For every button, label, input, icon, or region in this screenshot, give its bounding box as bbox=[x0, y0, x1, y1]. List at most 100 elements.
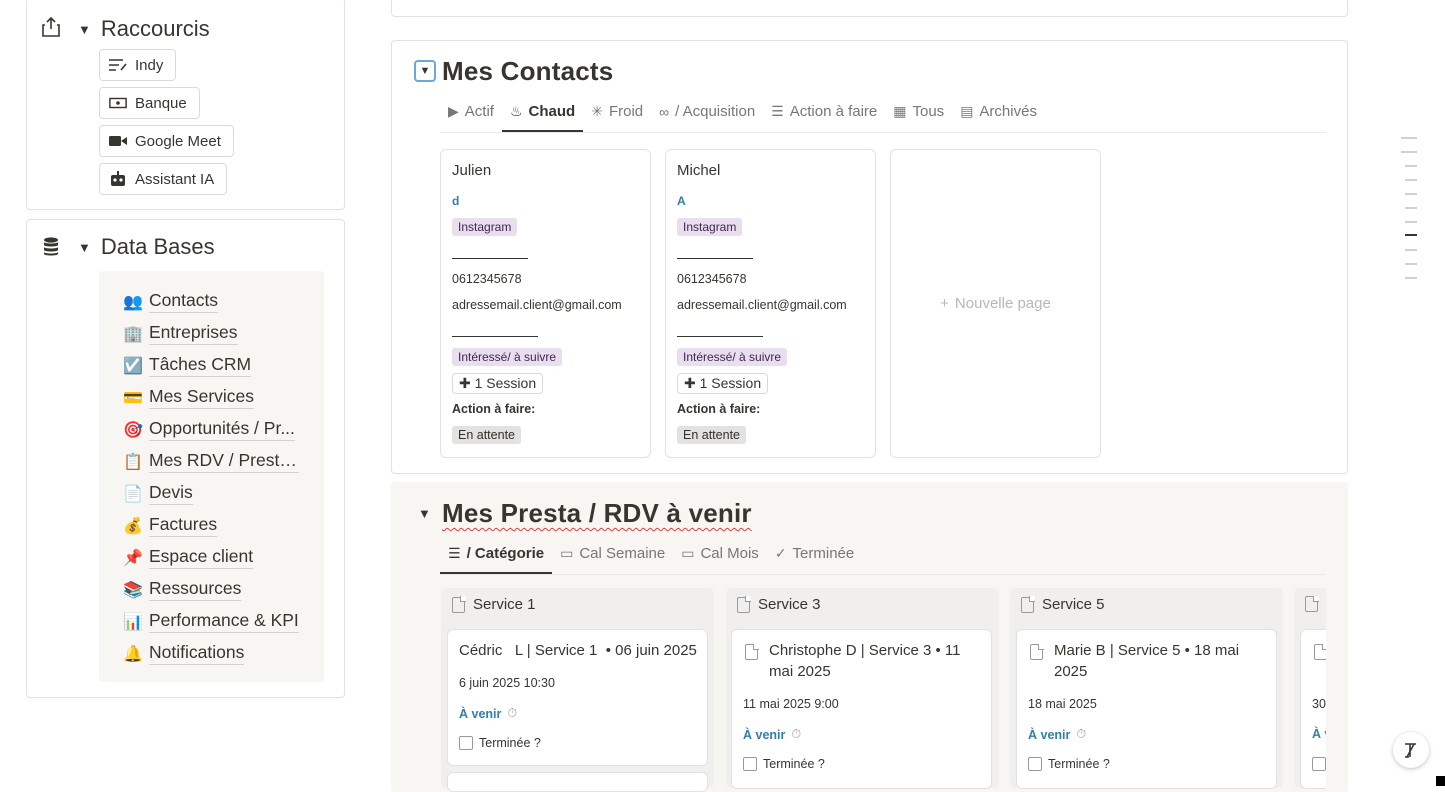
db-item-taches-crm[interactable]: ☑️ Tâches CRM bbox=[123, 354, 252, 377]
outline-marker[interactable] bbox=[1405, 221, 1417, 223]
databases-title: Data Bases bbox=[100, 234, 215, 259]
tab-terminee[interactable]: ✓ Terminée bbox=[767, 545, 862, 574]
checkbox[interactable] bbox=[459, 736, 473, 750]
db-item-performance[interactable]: 📊 Performance & KPI bbox=[123, 610, 299, 633]
shortcut-banque-button[interactable]: Banque bbox=[99, 87, 200, 119]
status-tag: Intéressé/ à suivre bbox=[677, 348, 788, 366]
db-item-entreprises[interactable]: 🏢 Entreprises bbox=[123, 322, 238, 345]
page-icon bbox=[745, 643, 759, 660]
db-item-devis[interactable]: 📄 Devis bbox=[123, 482, 193, 505]
toggle-triangle-icon[interactable]: ▼ bbox=[78, 240, 91, 255]
plus-icon: ✚ bbox=[684, 375, 700, 391]
done-checkbox[interactable] bbox=[1312, 757, 1326, 771]
db-item-label: Contacts bbox=[149, 290, 219, 313]
new-page-label: Nouvelle page bbox=[954, 295, 1051, 312]
checkbox[interactable] bbox=[743, 757, 757, 771]
tab-label: Cal Mois bbox=[700, 545, 759, 562]
tab-tous[interactable]: ▦ Tous bbox=[885, 103, 952, 132]
tab-froid[interactable]: ✳ Froid bbox=[583, 103, 651, 132]
db-item-espace-client[interactable]: 📌 Espace client bbox=[123, 546, 254, 569]
outline-marker[interactable] bbox=[1405, 207, 1417, 209]
clock-icon: ⏱ bbox=[791, 727, 802, 741]
tab-label: Terminée bbox=[792, 545, 855, 562]
db-item-factures[interactable]: 💰 Factures bbox=[123, 514, 218, 537]
status-upcoming: À v bbox=[1312, 727, 1326, 741]
db-item-ressources[interactable]: 📚 Ressources bbox=[123, 578, 242, 601]
tab-categorie[interactable]: ☰ / Catégorie bbox=[440, 545, 553, 574]
divider bbox=[452, 336, 538, 337]
page-icon bbox=[1021, 596, 1035, 613]
status-tag: Intéressé/ à suivre bbox=[452, 348, 563, 366]
outline-marker[interactable] bbox=[1405, 165, 1417, 167]
databases-header[interactable]: ▼ Data Bases bbox=[78, 234, 215, 260]
share-icon[interactable] bbox=[41, 16, 61, 38]
play-circle-icon: ▶ bbox=[448, 103, 459, 119]
snowflake-icon: ✳ bbox=[591, 103, 603, 119]
outline-marker[interactable] bbox=[1405, 249, 1417, 251]
db-item-contacts[interactable]: 👥 Contacts bbox=[123, 290, 219, 313]
tab-cal-mois[interactable]: ▭ Cal Mois bbox=[673, 545, 767, 574]
flame-icon: ♨ bbox=[509, 103, 523, 119]
shortcuts-header[interactable]: ▼ Raccourcis bbox=[78, 16, 210, 42]
db-item-mes-services[interactable]: 💳 Mes Services bbox=[123, 386, 255, 409]
service-card[interactable]: 30 À v bbox=[1300, 629, 1326, 789]
column-header[interactable]: Service 5 bbox=[1021, 596, 1105, 613]
done-checkbox[interactable]: Terminée ? bbox=[1028, 757, 1110, 771]
shortcut-google-meet-button[interactable]: Google Meet bbox=[99, 125, 234, 157]
outline-marker[interactable] bbox=[1401, 137, 1417, 139]
glasses-icon: ∞ bbox=[659, 103, 670, 120]
done-checkbox[interactable]: Terminée ? bbox=[459, 736, 541, 750]
tab-acquisition[interactable]: ∞ / Acquisition bbox=[651, 103, 763, 132]
shortcuts-title: Raccourcis bbox=[100, 16, 210, 41]
calendar-icon: ▭ bbox=[560, 545, 574, 561]
service-card[interactable] bbox=[447, 772, 708, 792]
outline-marker[interactable] bbox=[1405, 179, 1417, 181]
tab-chaud[interactable]: ♨ Chaud bbox=[501, 103, 584, 132]
db-item-opportunites[interactable]: 🎯 Opportunités / Pr... bbox=[123, 418, 295, 441]
contact-card[interactable]: Michel A Instagram 0612345678 adressemai… bbox=[665, 149, 876, 458]
tab-actif[interactable]: ▶ Actif bbox=[440, 103, 502, 132]
tab-label: / Catégorie bbox=[466, 545, 545, 562]
db-item-label: Performance & KPI bbox=[149, 610, 299, 633]
outline-marker[interactable] bbox=[1405, 277, 1417, 279]
column-header[interactable]: Service 3 bbox=[737, 596, 821, 613]
pushpin-icon: 📌 bbox=[123, 549, 143, 567]
session-button[interactable]: ✚ 1 Session bbox=[452, 373, 544, 394]
done-label: Terminée ? bbox=[1048, 757, 1110, 771]
db-item-mes-rdv[interactable]: 📋 Mes RDV / Prestat... bbox=[123, 450, 299, 473]
session-button[interactable]: ✚ 1 Session bbox=[677, 373, 769, 394]
shortcut-assistant-ia-button[interactable]: Assistant IA bbox=[99, 163, 228, 195]
toggle-triangle-icon[interactable]: ▼ bbox=[78, 22, 91, 37]
done-checkbox[interactable]: Terminée ? bbox=[743, 757, 825, 771]
outline-marker[interactable] bbox=[1405, 193, 1417, 195]
tab-archives[interactable]: ▤ Archivés bbox=[952, 103, 1045, 132]
column-header[interactable] bbox=[1305, 595, 1319, 612]
column-header[interactable]: Service 1 bbox=[452, 596, 536, 613]
service-card[interactable]: Marie B | Service 5 • 18 mai 2025 18 mai… bbox=[1016, 629, 1277, 789]
new-page-button[interactable]: + Nouvelle page bbox=[890, 149, 1101, 458]
db-item-notifications[interactable]: 🔔 Notifications bbox=[123, 642, 245, 665]
shortcut-indy-button[interactable]: Indy bbox=[99, 49, 177, 81]
outline-marker[interactable] bbox=[1405, 263, 1417, 265]
people-icon: 👥 bbox=[123, 293, 143, 311]
service-card[interactable]: Christophe D | Service 3 • 11 mai 2025 1… bbox=[731, 629, 992, 789]
outline-marker-active[interactable] bbox=[1405, 234, 1417, 236]
help-button[interactable] bbox=[1393, 732, 1429, 768]
divider bbox=[677, 336, 763, 337]
toggle-button[interactable]: ▼ bbox=[414, 60, 436, 82]
column-title: Service 1 bbox=[473, 596, 536, 613]
clock-icon: ⏱ bbox=[1076, 727, 1087, 741]
tab-cal-semaine[interactable]: ▭ Cal Semaine bbox=[552, 545, 673, 574]
checkbox[interactable] bbox=[1312, 757, 1326, 771]
tab-action-a-faire[interactable]: ☰ Action à faire bbox=[763, 103, 885, 132]
page-icon bbox=[1314, 643, 1326, 660]
service-card[interactable]: Cédric L | Service 1 • 06 juin 2025 6 ju… bbox=[447, 629, 708, 766]
checkbox[interactable] bbox=[1028, 757, 1042, 771]
toggle-triangle-icon[interactable]: ▼ bbox=[418, 506, 431, 521]
list-icon: ☰ bbox=[771, 103, 784, 119]
bar-chart-icon: 📊 bbox=[123, 613, 143, 631]
contact-card[interactable]: Julien d Instagram 0612345678 adressemai… bbox=[440, 149, 651, 458]
service-date: 18 mai 2025 bbox=[1028, 697, 1097, 711]
outline-marker[interactable] bbox=[1401, 151, 1417, 153]
page-icon bbox=[452, 596, 466, 613]
